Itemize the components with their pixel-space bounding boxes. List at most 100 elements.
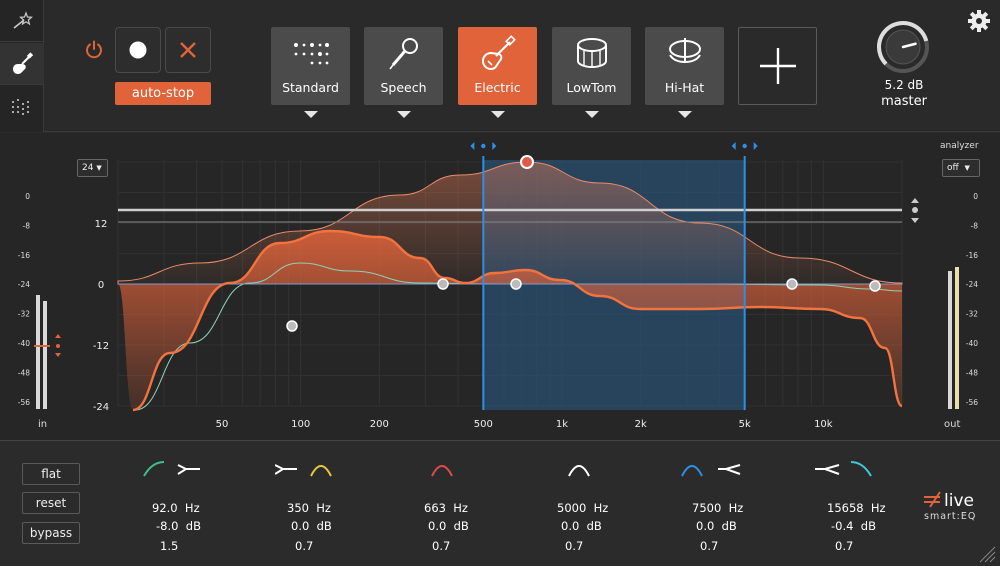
band-q[interactable]: 1.5: [160, 539, 178, 553]
input-up-arrow[interactable]: [55, 334, 61, 338]
band-3-filter-shape-icon[interactable]: [412, 459, 482, 479]
band-6[interactable]: 15658 Hz -0.4 dB 0.7: [815, 451, 925, 561]
profile-label: Hi-Hat: [664, 80, 705, 95]
add-profile-button[interactable]: [738, 27, 817, 105]
band-6-filter-shape-icon[interactable]: [815, 459, 885, 479]
band-1[interactable]: 92.0 Hz -8.0 dB 1.5: [140, 451, 250, 561]
band-2-node[interactable]: [437, 278, 449, 290]
range-value: 24: [82, 163, 94, 173]
profile-electric[interactable]: Electric: [458, 27, 537, 105]
meter-tick-label: -8: [971, 221, 979, 230]
band-3-node[interactable]: [520, 155, 534, 169]
frequency-tick-label: 5k: [739, 419, 751, 430]
band-3[interactable]: 663 Hz 0.0 dB 0.7: [412, 451, 522, 561]
record-button[interactable]: [115, 27, 161, 73]
guitar-icon: [13, 51, 34, 74]
input-handle-dot[interactable]: [56, 344, 60, 348]
band-freq[interactable]: 7500 Hz: [692, 501, 743, 515]
gain-tick-labels: 12 0 -12 -24: [93, 219, 109, 413]
profile-dropdown-electric[interactable]: [491, 111, 505, 118]
reset-button[interactable]: reset: [22, 492, 80, 514]
band-2[interactable]: 350 Hz 0.0 dB 0.7: [275, 451, 385, 561]
band-freq[interactable]: 350 Hz: [287, 501, 331, 515]
meter-tick-label: -32: [966, 310, 978, 319]
band-freq[interactable]: 663 Hz: [424, 501, 468, 515]
band-freq[interactable]: 5000 Hz: [557, 501, 608, 515]
frequency-tick-label: 100: [291, 419, 310, 430]
analyzer-dropdown[interactable]: off ▼: [942, 159, 980, 177]
nav-eq-grid[interactable]: [0, 86, 44, 128]
master-gain-knob[interactable]: [876, 20, 930, 74]
band-1-node[interactable]: [286, 320, 298, 332]
analyzer-label: analyzer: [940, 141, 979, 151]
left-nav: [0, 0, 44, 132]
band-freq[interactable]: 92.0 Hz: [152, 501, 200, 515]
cancel-button[interactable]: [165, 27, 211, 73]
resize-handle-icon[interactable]: [978, 545, 996, 563]
profile-dropdown-hihat[interactable]: [678, 111, 692, 118]
power-button[interactable]: [78, 34, 110, 66]
nav-magic-wand[interactable]: [0, 0, 44, 42]
meter-tick-label: -24: [18, 280, 30, 289]
band-gain[interactable]: 0.0 dB: [696, 519, 737, 533]
band-q[interactable]: 0.7: [700, 539, 718, 553]
band-5-node[interactable]: [786, 278, 798, 290]
meter-tick-label: -56: [18, 398, 30, 407]
profile-label: LowTom: [566, 80, 617, 95]
profile-dropdown-standard[interactable]: [304, 111, 318, 118]
band-2-filter-shape-icon[interactable]: [275, 459, 345, 479]
nav-guitar[interactable]: [0, 43, 44, 85]
profile-label: Electric: [474, 80, 521, 95]
band-gain[interactable]: -0.4 dB: [831, 519, 876, 533]
power-icon: [86, 40, 102, 59]
input-down-arrow[interactable]: [55, 353, 61, 357]
master-gain-value: 5.2 dB: [884, 78, 924, 92]
selection-left-marker[interactable]: [470, 142, 497, 150]
profile-lowtom[interactable]: LowTom: [552, 27, 631, 105]
top-bar: auto-stop Standard Speech Electric LowTo…: [0, 0, 1000, 132]
bypass-button[interactable]: bypass: [22, 522, 80, 544]
selection-right-marker[interactable]: [731, 142, 758, 150]
band-4[interactable]: 5000 Hz 0.0 dB 0.7: [545, 451, 655, 561]
profile-speech[interactable]: Speech: [364, 27, 443, 105]
band-q[interactable]: 0.7: [295, 539, 313, 553]
flat-button[interactable]: flat: [22, 463, 80, 485]
band-q[interactable]: 0.7: [835, 539, 853, 553]
microphone-icon: [364, 35, 443, 73]
band-5-filter-shape-icon[interactable]: [680, 459, 750, 479]
profile-dropdown-speech[interactable]: [397, 111, 411, 118]
threshold-down-arrow[interactable]: [911, 218, 919, 223]
band-freq[interactable]: 15658 Hz: [827, 501, 886, 515]
band-gain[interactable]: -8.0 dB: [156, 519, 201, 533]
frequency-tick-labels: 50 100 200 500 1k 2k 5k 10k: [216, 419, 833, 430]
band-1-filter-shape-icon[interactable]: [140, 459, 210, 479]
range-dropdown[interactable]: 24 ▼: [77, 159, 108, 177]
analyzer-value: off: [947, 163, 959, 173]
brand-name: live: [944, 491, 974, 511]
threshold-up-arrow[interactable]: [911, 198, 919, 203]
profile-hihat[interactable]: Hi-Hat: [645, 27, 724, 105]
auto-stop-button[interactable]: auto-stop: [115, 82, 211, 105]
band-gain[interactable]: 0.0 dB: [561, 519, 602, 533]
profile-dropdown-lowtom[interactable]: [585, 111, 599, 118]
profile-standard[interactable]: Standard: [271, 27, 350, 105]
meter-tick-label: -56: [966, 398, 978, 407]
band-gain[interactable]: 0.0 dB: [428, 519, 469, 533]
band-q[interactable]: 0.7: [432, 539, 450, 553]
gain-tick-label: 0: [98, 280, 104, 291]
band-4-node[interactable]: [510, 278, 522, 290]
master-label: master: [881, 94, 927, 109]
band-gain[interactable]: 0.0 dB: [291, 519, 332, 533]
band-q[interactable]: 0.7: [565, 539, 583, 553]
frequency-tick-label: 50: [216, 419, 229, 430]
chevron-down-icon: ▼: [96, 164, 102, 172]
band-4-filter-shape-icon[interactable]: [545, 459, 615, 479]
gear-icon[interactable]: [966, 8, 992, 34]
band-5[interactable]: 7500 Hz 0.0 dB 0.7: [680, 451, 790, 561]
gain-tick-label: -24: [93, 402, 109, 413]
band-panel: flat reset bypass 92.0 Hz -8.0 dB 1.5 35…: [0, 440, 1000, 566]
threshold-dot[interactable]: [912, 207, 918, 213]
eq-graph[interactable]: 12 0 -12 -24 50 100 200 500 1k 2k 5k 10k 0 -8 -16 -24…: [0, 133, 1000, 440]
profile-label: Standard: [282, 80, 339, 95]
band-6-node[interactable]: [869, 280, 881, 292]
